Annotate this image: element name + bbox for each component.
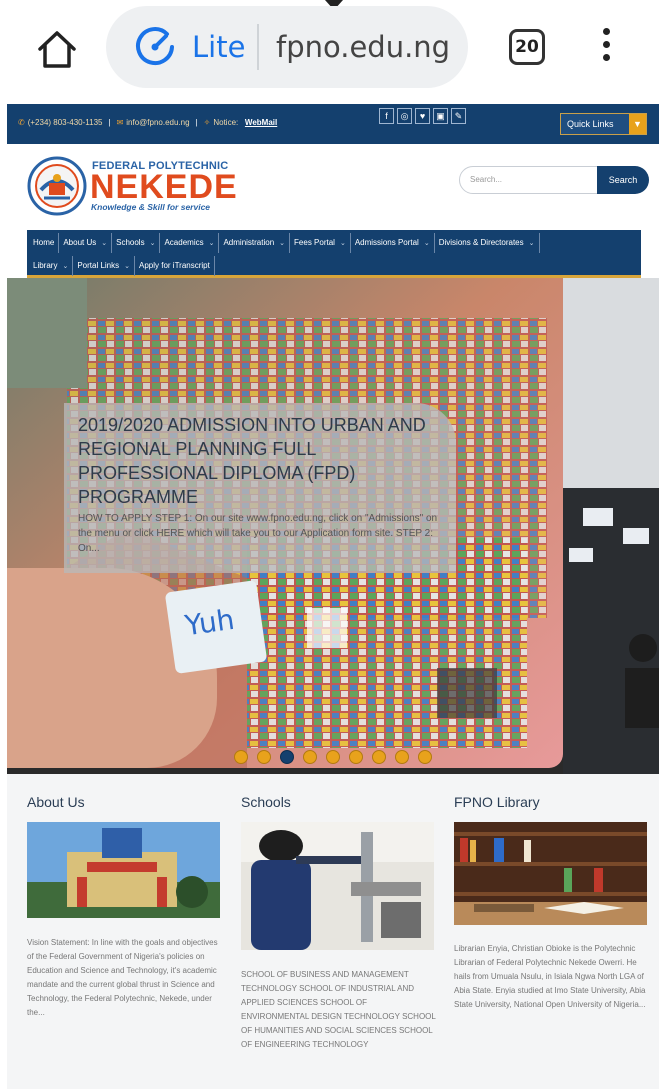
chevron-down-icon: ⌄ [208,240,215,247]
next-slide-preview [563,278,659,774]
library-title[interactable]: FPNO Library [454,794,540,810]
library-image[interactable] [454,822,647,925]
about-image[interactable] [27,822,220,918]
home-icon[interactable] [34,26,80,72]
info-section: About Us Vision Statement: In line with … [7,774,659,1089]
link-icon[interactable]: ✎ [451,108,466,124]
nav-item-apply-for-itranscript[interactable]: Apply for iTranscript [135,256,215,276]
slider-dot[interactable] [280,750,294,764]
url-text[interactable]: fpno.edu.ng [276,30,450,64]
main-nav: Home About Us ⌄ Schools ⌄ Academics ⌄ Administr… [27,230,641,278]
slide-image: Yuh 2019/2020 ADMISSION INTO URBAN AND R… [7,278,563,768]
nav-item-label: Fees Portal [294,238,335,247]
nav-item-label: Home [33,238,55,247]
quick-links-dropdown[interactable]: Quick Links ▼ [560,113,647,135]
social-links: f ◎ ♥ ▣ ✎ [379,108,466,128]
slider-dot[interactable] [349,750,363,764]
slider-dot[interactable] [257,750,271,764]
nav-item-label: Divisions & Directorates [438,238,524,247]
nav-item-library[interactable]: Library ⌄ [29,256,74,276]
schools-text: SCHOOL OF BUSINESS AND MANAGEMENT TECHNO… [241,970,436,1049]
nav-item-administration[interactable]: Administration ⌄ [219,233,291,253]
instagram-icon[interactable]: ◎ [397,108,412,124]
slide-title[interactable]: 2019/2020 ADMISSION INTO URBAN AND REGIO… [78,413,448,509]
chevron-down-icon: ⌄ [101,240,108,247]
nav-item-fees-portal[interactable]: Fees Portal ⌄ [290,233,351,253]
nav-item-label: Schools [116,238,145,247]
page: Lite fpno.edu.ng 20 ✆ (+234) 803-430-1135… [0,0,659,1089]
chevron-down-icon: ⌄ [279,240,286,247]
search-button[interactable]: Search [597,166,649,194]
search-input[interactable]: Search... [459,166,599,194]
slider-dot[interactable] [234,750,248,764]
webmail-link[interactable]: WebMail [245,118,277,127]
site-header: FEDERAL POLYTECHNIC NEKEDE Knowledge & S… [7,144,659,230]
nav-item-divisions-directorates[interactable]: Divisions & Directorates ⌄ [435,233,540,253]
speedometer-icon [134,26,176,68]
nav-row-1: Home About Us ⌄ Schools ⌄ Academics ⌄ Administr… [29,233,540,253]
phone-number[interactable]: (+234) 803-430-1135 [28,118,103,127]
nav-item-home[interactable]: Home [29,233,60,253]
slider-dot[interactable] [303,750,317,764]
nav-item-label: Administration [223,238,275,247]
twitter-icon[interactable]: ♥ [415,108,430,124]
site-topbar: ✆ (+234) 803-430-1135 | ✉ info@fpno.edu.ng | ✧… [7,104,659,144]
nav-item-label: About Us [63,238,97,247]
slider-dot[interactable] [326,750,340,764]
notice-icon: ✧ [203,118,211,127]
chevron-down-icon: ⌄ [528,240,535,247]
nav-item-academics[interactable]: Academics ⌄ [160,233,220,253]
hero-slider[interactable]: Yuh 2019/2020 ADMISSION INTO URBAN AND R… [7,278,659,774]
nav-item-label: Library [33,261,58,270]
tab-count-button[interactable]: 20 [509,29,545,65]
polytechnic-seal-logo[interactable] [27,156,87,216]
nav-item-label: Portal Links [77,261,120,270]
browser-toolbar: Lite fpno.edu.ng 20 [0,0,659,98]
slider-dots [234,750,432,764]
contact-info: ✆ (+234) 803-430-1135 | ✉ info@fpno.edu.ng | ✧… [18,118,278,127]
slider-dot[interactable] [395,750,409,764]
chevron-down-icon: ⌄ [423,240,430,247]
library-text: Librarian Enyia, Christian Obioke is the… [454,944,646,1009]
chevron-down-icon: ⌄ [62,263,69,270]
mail-icon: ✉ [116,118,124,127]
nav-item-label: Apply for iTranscript [139,261,210,270]
facebook-icon[interactable]: f [379,108,394,124]
about-title[interactable]: About Us [27,794,85,810]
chevron-down-icon: ▼ [629,114,646,134]
address-bar[interactable]: Lite fpno.edu.ng [106,6,468,88]
lite-mode-label: Lite [192,30,246,64]
chevron-down-icon: ⌄ [124,263,130,270]
nav-item-portal-links[interactable]: Portal Links ⌄ [73,256,135,276]
nav-item-admissions-portal[interactable]: Admissions Portal ⌄ [351,233,435,253]
more-menu-icon[interactable] [596,28,616,68]
slider-dot[interactable] [372,750,386,764]
youtube-icon[interactable]: ▣ [433,108,448,124]
schools-image[interactable] [241,822,434,950]
notice-label: Notice: [213,118,239,127]
slide-excerpt: HOW TO APPLY STEP 1: On our site www.fpn… [78,513,438,554]
quick-links-label: Quick Links [567,119,614,129]
schools-title[interactable]: Schools [241,794,291,810]
chevron-down-icon: ⌄ [339,240,346,247]
email-link[interactable]: info@fpno.edu.ng [126,118,189,127]
nav-item-about-us[interactable]: About Us ⌄ [59,233,113,253]
nav-item-schools[interactable]: Schools ⌄ [112,233,161,253]
nav-item-label: Admissions Portal [354,238,419,247]
phone-icon: ✆ [18,118,25,127]
logo-tagline: Knowledge & Skill for service [91,202,211,212]
slider-dot[interactable] [418,750,432,764]
cube-label: Yuh [182,602,237,643]
nav-item-label: Academics [164,238,204,247]
chevron-down-icon: ⌄ [149,240,156,247]
address-divider [257,24,259,70]
about-text: Vision Statement: In line with the goals… [27,938,218,1017]
slide-caption[interactable]: 2019/2020 ADMISSION INTO URBAN AND REGIO… [64,403,456,573]
nav-row-2: Library ⌄ Portal Links ⌄ Apply for iTranscri… [29,256,215,276]
